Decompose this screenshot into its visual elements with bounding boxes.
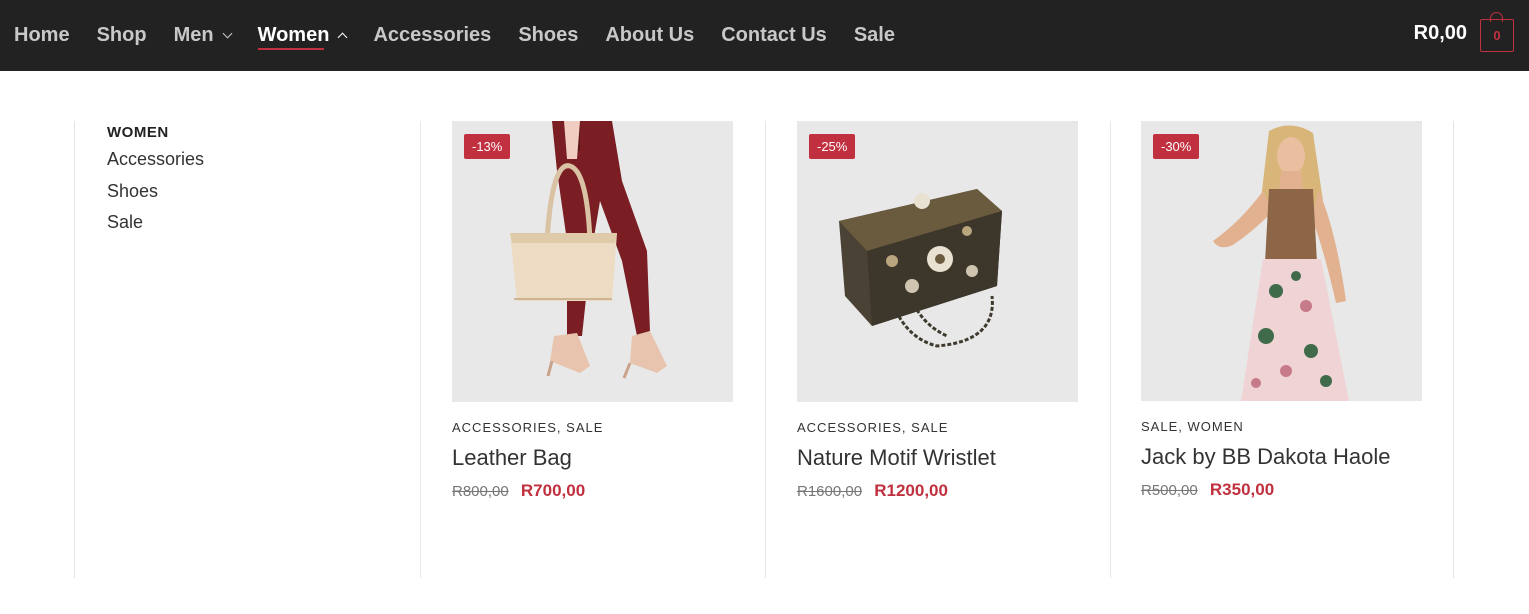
- chevron-up-icon: [337, 32, 348, 43]
- product-image[interactable]: -30%: [1141, 121, 1422, 401]
- nav-item-men[interactable]: Men: [173, 0, 233, 71]
- product-categories: SALE, WOMEN: [1141, 419, 1244, 434]
- product-price: R800,00 R700,00: [452, 481, 733, 501]
- nav-item-shop[interactable]: Shop: [97, 0, 147, 71]
- active-underline: [257, 48, 325, 50]
- women-mega-menu: WOMEN Accessories Shoes Sale -13% ACCESS…: [74, 121, 1454, 578]
- nav-item-accessories[interactable]: Accessories: [373, 0, 491, 71]
- sale-price: R1200,00: [874, 481, 948, 500]
- category-link[interactable]: WOMEN: [1187, 419, 1243, 434]
- product-card-jack-by-bb-dakota-haole: -30% SALE, WOMEN Jack by BB Dakota Haole…: [1141, 121, 1422, 500]
- original-price: R1600,00: [797, 483, 863, 500]
- original-price: R500,00: [1141, 482, 1198, 499]
- top-navigation-bar: Home Shop Men Women Accessories Shoes Ab…: [0, 0, 1529, 71]
- product-title[interactable]: Nature Motif Wristlet: [797, 445, 1078, 471]
- submenu-link-shoes[interactable]: Shoes: [107, 179, 204, 211]
- category-link[interactable]: SALE: [911, 420, 948, 435]
- shopping-bag-icon[interactable]: 0: [1480, 12, 1514, 52]
- category-link[interactable]: ACCESSORIES: [452, 420, 557, 435]
- sale-price: R700,00: [520, 481, 586, 500]
- category-link[interactable]: SALE: [566, 420, 603, 435]
- column-divider: [1110, 121, 1111, 578]
- wristlet-photo: [839, 189, 1002, 348]
- nav-item-about-us[interactable]: About Us: [605, 0, 694, 71]
- cart-total[interactable]: R0,00: [1414, 22, 1467, 45]
- sale-price: R350,00: [1209, 480, 1275, 499]
- nav-item-women[interactable]: Women: [257, 0, 348, 71]
- product-card-leather-bag: -13% ACCESSORIES, SALE Leather Bag R800,…: [452, 121, 733, 501]
- nav-item-label: Home: [14, 24, 70, 46]
- nav-item-label: Sale: [853, 24, 895, 46]
- submenu-heading[interactable]: WOMEN: [107, 124, 204, 141]
- product-image[interactable]: -13%: [452, 121, 733, 402]
- product-price: R500,00 R350,00: [1141, 480, 1422, 500]
- product-categories: ACCESSORIES, SALE: [452, 420, 604, 435]
- chevron-down-icon: [222, 28, 233, 39]
- submenu-link-accessories[interactable]: Accessories: [107, 147, 204, 179]
- product-title[interactable]: Jack by BB Dakota Haole: [1141, 444, 1422, 470]
- product-price: R1600,00 R1200,00: [797, 481, 1078, 501]
- floral-skirt-photo: [1213, 125, 1349, 401]
- women-submenu: WOMEN Accessories Shoes Sale: [107, 124, 204, 242]
- nav-item-label: Shoes: [518, 24, 579, 46]
- submenu-link-sale[interactable]: Sale: [107, 210, 204, 242]
- primary-nav: Home Shop Men Women Accessories Shoes Ab…: [14, 0, 922, 71]
- product-categories: ACCESSORIES, SALE: [797, 420, 949, 435]
- nav-item-contact-us[interactable]: Contact Us: [721, 0, 827, 71]
- category-link[interactable]: SALE: [1141, 419, 1178, 434]
- nav-item-home[interactable]: Home: [14, 0, 70, 71]
- bag-handle: [1490, 12, 1503, 22]
- column-divider: [420, 121, 421, 578]
- nav-item-sale[interactable]: Sale: [854, 0, 895, 71]
- nav-item-label: Contact Us: [721, 24, 827, 46]
- column-divider: [765, 121, 766, 578]
- product-image[interactable]: -25%: [797, 121, 1078, 402]
- product-title[interactable]: Leather Bag: [452, 445, 733, 471]
- nav-item-shoes[interactable]: Shoes: [518, 0, 578, 71]
- discount-badge: -13%: [464, 134, 511, 159]
- category-link[interactable]: ACCESSORIES: [797, 420, 902, 435]
- product-card-nature-motif-wristlet: -25% ACCESSORIES, SALE Nature Motif Wris…: [797, 121, 1078, 501]
- leather-bag-photo: [510, 121, 667, 379]
- nav-item-label: Men: [173, 24, 214, 46]
- cart-count: 0: [1493, 28, 1501, 43]
- nav-item-label: About Us: [605, 24, 695, 46]
- nav-item-label: Shop: [96, 24, 147, 46]
- discount-badge: -25%: [809, 134, 856, 159]
- nav-item-label: Women: [257, 24, 330, 46]
- original-price: R800,00: [452, 483, 509, 500]
- discount-badge: -30%: [1153, 134, 1200, 159]
- nav-item-label: Accessories: [373, 24, 492, 46]
